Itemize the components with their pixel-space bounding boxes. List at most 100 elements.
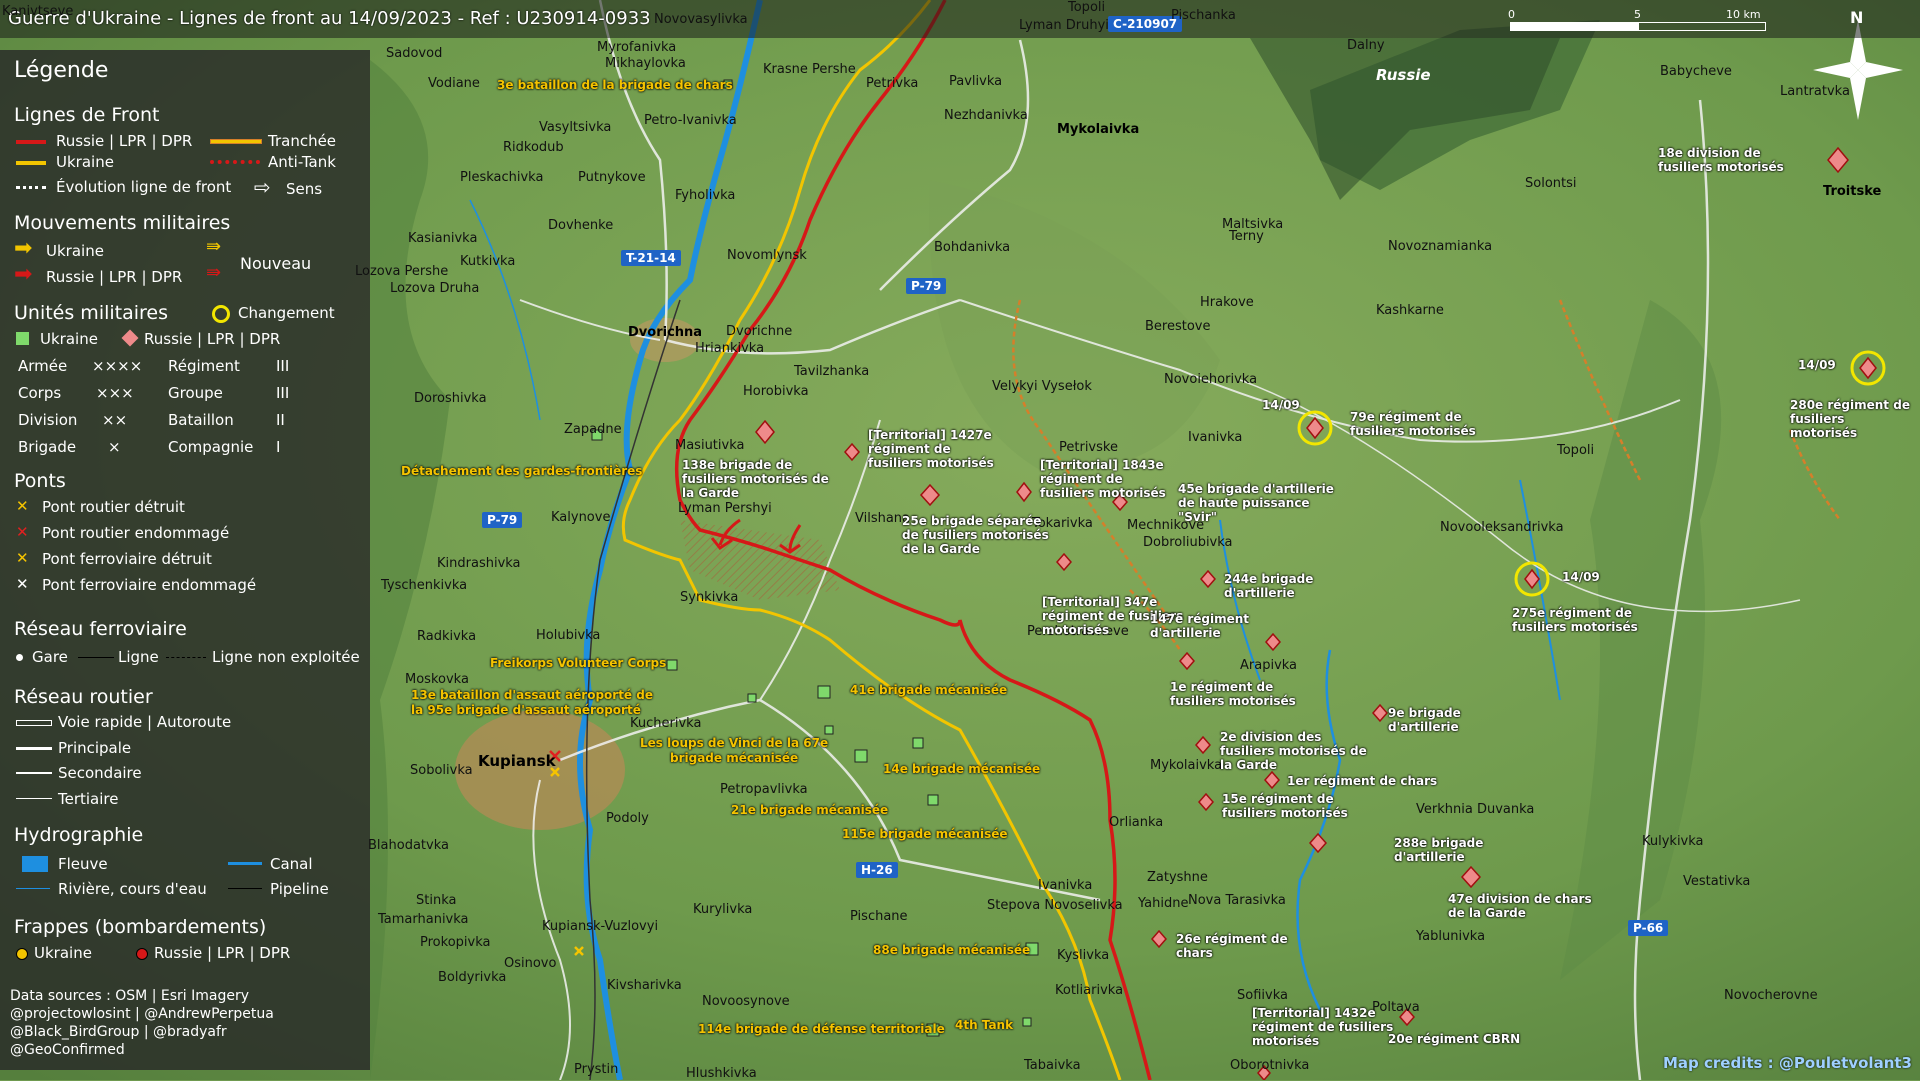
unit-size-label: Corps bbox=[18, 384, 62, 402]
town-label: Petropavlivka bbox=[720, 782, 808, 797]
station-dot-icon bbox=[16, 654, 23, 661]
road-badge: P-79 bbox=[906, 278, 947, 294]
town-label: Dobroliubivka bbox=[1143, 535, 1233, 550]
ukraine-unit-label[interactable]: brigade mécanisée bbox=[670, 751, 798, 765]
town-label: Novoznamianka bbox=[1388, 239, 1493, 254]
scale-label-10: 10 km bbox=[1726, 8, 1761, 21]
russia-unit-label[interactable]: 79e régiment de fusiliers motorisés bbox=[1350, 410, 1500, 438]
legend-bridge-item: Pont ferroviaire endommagé bbox=[42, 576, 257, 594]
russia-strike-icon bbox=[136, 948, 148, 960]
town-label: Kashkarne bbox=[1376, 303, 1444, 318]
russia-unit-label[interactable]: 275e régiment de fusiliers motorisés bbox=[1512, 606, 1652, 634]
town-label: Kasianivka bbox=[408, 231, 478, 246]
road-main-swatch bbox=[16, 747, 52, 750]
russia-unit-label[interactable]: [Territorial] 1432e régiment de fusilier… bbox=[1252, 1006, 1402, 1048]
legend-ukraine-unit: Ukraine bbox=[40, 330, 98, 348]
ukraine-unit-label[interactable]: la 95e brigade d'assaut aéroporté bbox=[411, 703, 641, 717]
town-label: Novovasylivka bbox=[654, 12, 748, 27]
river-swatch bbox=[22, 856, 48, 872]
russia-unit-label[interactable]: 138e brigade de fusiliers motorisés de l… bbox=[682, 458, 842, 500]
new-move-arrow-icon: ⇛ bbox=[206, 262, 222, 283]
town-label: Babycheve bbox=[1660, 64, 1732, 79]
russia-unit-label[interactable]: 2e division des fusiliers motorisés de l… bbox=[1220, 730, 1370, 772]
change-date-label[interactable]: 14/09 bbox=[1562, 570, 1622, 584]
legend-road-item: Voie rapide | Autoroute bbox=[58, 713, 232, 731]
town-label: Novocherovne bbox=[1724, 988, 1818, 1003]
legend-change: Changement bbox=[238, 304, 335, 322]
town-label: Tabaivka bbox=[1024, 1058, 1081, 1073]
unit-size-label: Compagnie bbox=[168, 438, 254, 456]
town-label: Boldyrivka bbox=[438, 970, 507, 985]
ukraine-unit-label[interactable]: Freikorps Volunteer Corps bbox=[490, 656, 666, 670]
town-label: Myrofanivka bbox=[597, 40, 677, 55]
legend-river: Fleuve bbox=[58, 855, 108, 873]
town-label: Horobivka bbox=[743, 384, 809, 399]
scale-bar: 0 5 10 km bbox=[1508, 8, 1770, 34]
russia-unit-label[interactable]: 1e régiment de fusiliers motorisés bbox=[1170, 680, 1330, 708]
town-label: Moskovka bbox=[405, 672, 469, 687]
ukraine-unit-label[interactable]: 4th Tank bbox=[955, 1018, 1013, 1032]
trench-swatch bbox=[210, 139, 262, 144]
map-credit: Map credits : @Pouletvolant3 bbox=[1663, 1054, 1912, 1072]
russia-unit-label[interactable]: 244e brigade d'artillerie bbox=[1224, 572, 1374, 600]
ukraine-unit-label[interactable]: Détachement des gardes-frontières bbox=[401, 464, 642, 478]
ukraine-unit-label[interactable]: 114e brigade de défense territoriale bbox=[698, 1022, 945, 1036]
russia-unit-label[interactable]: 15e régiment de fusiliers motorisés bbox=[1222, 792, 1382, 820]
russia-unit-label[interactable]: 47e division de chars de la Garde bbox=[1448, 892, 1608, 920]
ukraine-unit-label[interactable]: 14e brigade mécanisée bbox=[883, 762, 1040, 776]
ukraine-unit-label[interactable]: Les loups de Vinci de la 67e bbox=[640, 736, 828, 750]
town-label: Kalynove bbox=[551, 510, 611, 525]
russia-unit-label[interactable]: 25e brigade séparée de fusiliers motoris… bbox=[902, 514, 1052, 556]
unit-size-symbol: III bbox=[276, 357, 290, 375]
town-label: Solontsi bbox=[1525, 176, 1577, 191]
evolution-line-swatch bbox=[16, 186, 46, 189]
russia-unit-label[interactable]: [Territorial] 1843e régiment de fusilier… bbox=[1040, 458, 1180, 500]
town-label: Kurylivka bbox=[693, 902, 753, 917]
town-label: Prokopivka bbox=[420, 935, 491, 950]
russia-unit-label[interactable]: 288e brigade d'artillerie bbox=[1394, 836, 1534, 864]
legend-road-item: Tertiaire bbox=[58, 790, 119, 808]
ukraine-unit-label[interactable]: 88e brigade mécanisée bbox=[873, 943, 1030, 957]
ukraine-unit-label[interactable]: 115e brigade mécanisée bbox=[842, 827, 1008, 841]
legend-hydro-heading: Hydrographie bbox=[14, 824, 144, 846]
legend-russia-move: Russie | LPR | DPR bbox=[46, 268, 183, 286]
ukraine-unit-label[interactable]: 3e bataillon de la brigade de chars bbox=[497, 78, 733, 92]
town-label: Mikhaylovka bbox=[605, 56, 686, 71]
unit-size-symbol: ××× bbox=[96, 384, 134, 402]
russia-unit-label[interactable]: 26e régiment de chars bbox=[1176, 932, 1316, 960]
legend-canal: Canal bbox=[270, 855, 313, 873]
ukraine-unit-label[interactable]: 41e brigade mécanisée bbox=[850, 683, 1007, 697]
pipeline-swatch bbox=[228, 888, 262, 889]
town-label: Vestativka bbox=[1683, 874, 1751, 889]
town-label: Tamarhanivka bbox=[378, 912, 469, 927]
data-sources-line: Data sources : OSM | Esri Imagery bbox=[10, 988, 250, 1004]
town-label: Kutkivka bbox=[460, 254, 516, 269]
town-label: Mykolaivka bbox=[1057, 122, 1140, 137]
town-label: Fyholivka bbox=[675, 188, 736, 203]
russia-unit-label[interactable]: 45e brigade d'artillerie de haute puissa… bbox=[1178, 482, 1348, 524]
russia-unit-label[interactable]: [Territorial] 1427e régiment de fusilier… bbox=[868, 428, 1008, 470]
ukraine-move-arrow-icon: ➡ bbox=[14, 236, 33, 261]
russia-unit-label[interactable]: 1er régiment de chars bbox=[1287, 774, 1447, 788]
change-date-label[interactable]: 14/09 bbox=[1798, 358, 1858, 372]
legend-russia-strike: Russie | LPR | DPR bbox=[154, 944, 291, 962]
road-badge: P-66 bbox=[1628, 920, 1669, 936]
legend-roads-heading: Réseau routier bbox=[14, 686, 153, 708]
town-label: Novoiehorivka bbox=[1164, 372, 1258, 387]
russia-unit-label[interactable]: 9e brigade d'artillerie bbox=[1388, 706, 1528, 734]
town-label: Topoli bbox=[1068, 0, 1106, 15]
russia-unit-label[interactable]: 18e division de fusiliers motorisés bbox=[1658, 146, 1798, 174]
unit-size-label: Régiment bbox=[168, 357, 240, 375]
russia-unit-label[interactable]: 147e régiment d'artillerie bbox=[1150, 612, 1270, 640]
russia-unit-label[interactable]: 280e régiment de fusiliers motorisés bbox=[1790, 398, 1910, 440]
town-label: Mykolaivka bbox=[1150, 758, 1223, 773]
town-label: Hriankivka bbox=[695, 341, 765, 356]
town-label: Topoli bbox=[1557, 443, 1595, 458]
ukraine-unit-label[interactable]: 21e brigade mécanisée bbox=[731, 803, 888, 817]
change-circle-icon bbox=[212, 305, 230, 323]
russia-move-arrow-icon: ➡ bbox=[14, 262, 33, 287]
ukraine-unit-label[interactable]: 13e bataillon d'assaut aéroporté de bbox=[411, 688, 653, 702]
russia-unit-label[interactable]: 20e régiment CBRN bbox=[1388, 1032, 1538, 1046]
change-date-label[interactable]: 14/09 bbox=[1262, 398, 1322, 412]
town-label: Kupiansk bbox=[478, 752, 556, 770]
